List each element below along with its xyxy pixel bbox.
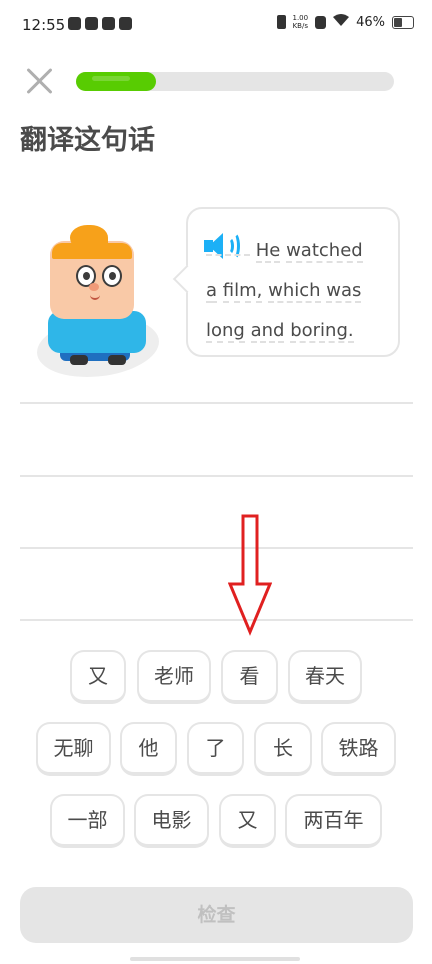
sentence-word[interactable]: He bbox=[255, 240, 281, 263]
app-icon bbox=[68, 17, 81, 30]
progress-shine bbox=[92, 76, 130, 81]
tiktok-icon bbox=[102, 17, 115, 30]
speech-bubble-tail bbox=[172, 264, 202, 294]
status-bar: 12:55 1.00 KB/s 46% bbox=[0, 0, 432, 52]
home-indicator bbox=[130, 957, 300, 961]
sentence-word[interactable]: long bbox=[206, 320, 245, 343]
character-hair-tuft bbox=[70, 225, 108, 253]
app-icon bbox=[85, 17, 98, 30]
answer-line bbox=[20, 619, 413, 621]
character-nose bbox=[89, 283, 99, 291]
word-tile[interactable]: 他 bbox=[120, 722, 177, 776]
progress-fill bbox=[76, 72, 156, 91]
word-tile[interactable]: 两百年 bbox=[285, 794, 382, 848]
sim-icon bbox=[315, 15, 327, 29]
word-tile[interactable]: 长 bbox=[254, 722, 312, 776]
notification-icons bbox=[68, 17, 132, 30]
status-right: 1.00 KB/s 46% bbox=[276, 14, 414, 30]
prompt-sentence: He watched a film, which was long and bo… bbox=[206, 231, 390, 351]
character-shoe bbox=[108, 355, 126, 365]
answer-line bbox=[20, 402, 413, 404]
status-time: 12:55 bbox=[22, 16, 66, 34]
net-speed-unit: KB/s bbox=[292, 22, 308, 30]
net-speed-value: 1.00 bbox=[292, 14, 309, 22]
wifi-icon bbox=[333, 14, 350, 30]
sentence-word[interactable]: watched bbox=[286, 240, 363, 263]
check-button[interactable]: 检查 bbox=[20, 887, 413, 943]
word-tile[interactable]: 看 bbox=[221, 650, 278, 704]
sentence-word[interactable]: which bbox=[268, 280, 321, 303]
word-tile[interactable]: 铁路 bbox=[321, 722, 396, 776]
word-tile[interactable]: 春天 bbox=[288, 650, 362, 704]
word-tile[interactable]: 了 bbox=[187, 722, 244, 776]
arrow-down-icon bbox=[228, 514, 272, 636]
answer-line bbox=[20, 547, 413, 549]
word-tile[interactable]: 又 bbox=[70, 650, 126, 704]
word-tile[interactable]: 又 bbox=[219, 794, 276, 848]
close-icon[interactable] bbox=[24, 66, 54, 96]
word-tile[interactable]: 老师 bbox=[137, 650, 211, 704]
answer-line bbox=[20, 475, 413, 477]
sentence-word[interactable]: boring. bbox=[290, 320, 354, 343]
battery-percent: 46% bbox=[356, 14, 385, 30]
sentence-word[interactable]: and bbox=[250, 320, 285, 343]
word-tile[interactable]: 电影 bbox=[134, 794, 209, 848]
prompt-title: 翻译这句话 bbox=[20, 125, 155, 156]
battery-icon bbox=[392, 15, 414, 29]
character-eye bbox=[102, 265, 122, 287]
character-illustration bbox=[27, 225, 170, 385]
sentence-word[interactable]: film, bbox=[222, 280, 263, 303]
net-speed: 1.00 KB/s bbox=[293, 14, 309, 30]
app-icon bbox=[119, 17, 132, 30]
character-shoe bbox=[70, 355, 88, 365]
sentence-word[interactable]: was bbox=[326, 280, 362, 303]
sentence-word[interactable]: a bbox=[206, 280, 218, 303]
word-tile[interactable]: 一部 bbox=[50, 794, 125, 848]
lesson-progress-bar bbox=[76, 72, 394, 91]
vibrate-icon bbox=[276, 15, 286, 29]
speech-bubble: He watched a film, which was long and bo… bbox=[172, 207, 400, 357]
word-tile[interactable]: 无聊 bbox=[36, 722, 111, 776]
